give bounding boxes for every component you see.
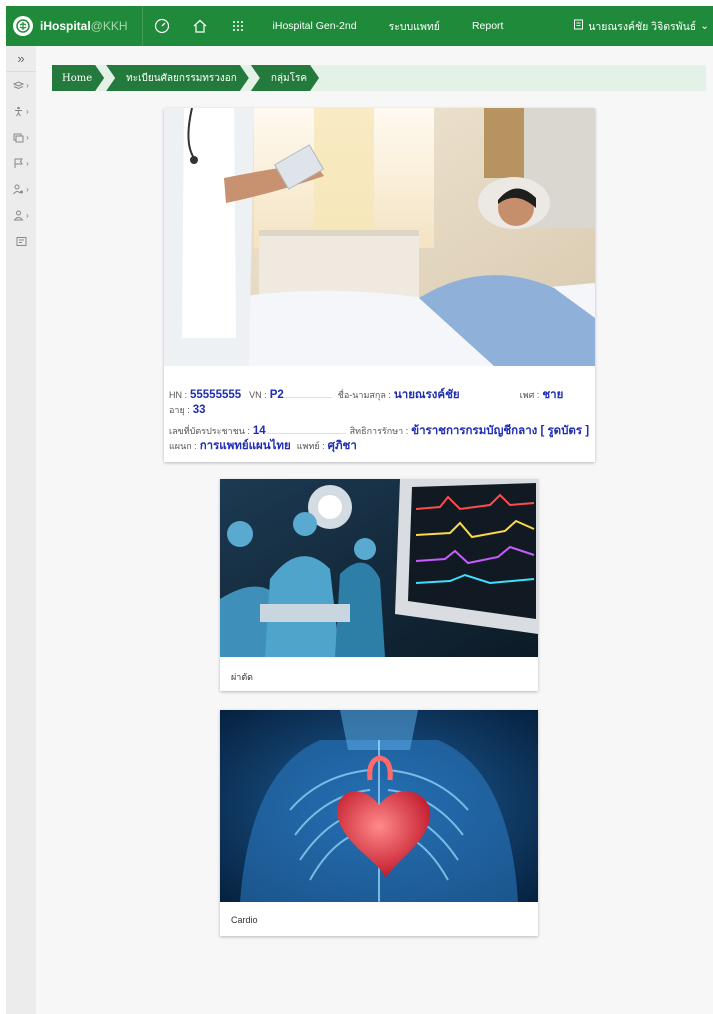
user-menu[interactable]: นายณรงค์ชัย วิจิตรพันธ์ ⌄ (573, 18, 713, 35)
vn-value: P2 (269, 389, 284, 401)
patient-card: HN : 55555555 VN : P2 ชื่อ-นามสกุล : นาย… (164, 108, 595, 462)
id-masked (265, 418, 346, 434)
rights-value: ข้าราชการกรมบัญชีกลาง [ รูดบัตร ] (411, 425, 590, 437)
flag-icon (14, 158, 24, 168)
hospital-logo-icon[interactable] (6, 6, 40, 46)
patient-info: HN : 55555555 VN : P2 ชื่อ-นามสกุล : นาย… (164, 366, 595, 454)
sex-value: ชาย (542, 389, 564, 401)
nav-doctor-system[interactable]: ระบบแพทย์ (373, 6, 456, 46)
user-gear-icon (13, 184, 24, 194)
nav-ihospital-gen2[interactable]: iHospital Gen-2nd (257, 6, 373, 46)
nav-report[interactable]: Report (456, 6, 520, 46)
top-navbar: iHospital@KKH iHospital Gen-2nd ระบบแพทย… (6, 6, 713, 46)
hn-value: 55555555 (190, 389, 242, 401)
breadcrumb: Home ทะเบียนศัลยกรรมทรวงอก กลุ่มโรค (52, 65, 706, 91)
rights-label: สิทธิการรักษา : (349, 426, 409, 436)
id-label: เลขที่บัตรประชาชน : (169, 426, 250, 436)
dept-value: การแพทย์แผนไทย (199, 440, 291, 452)
sidebar-toggle-icon[interactable]: » (6, 46, 36, 72)
home-icon[interactable] (181, 6, 219, 46)
surgery-photo (220, 479, 538, 657)
dept-label: แผนก : (169, 441, 197, 451)
patient-photo (164, 108, 595, 366)
doctor-value: ศุภิชา (327, 440, 357, 452)
id-value: 14 (252, 425, 266, 437)
sidebar-item-user[interactable]: › (6, 202, 36, 228)
name-value: นายณรงค์ชัย (393, 389, 460, 401)
age-label: อายุ : (169, 405, 190, 415)
documents-icon (13, 133, 24, 142)
sidebar-item-records[interactable]: › (6, 124, 36, 150)
doctor-label: แพทย์ : (296, 441, 325, 451)
breadcrumb-home[interactable]: Home (52, 65, 104, 91)
chevron-down-icon: ⌄ (700, 20, 709, 32)
patient-row-3: เลขที่บัตรประชาชน : 14 สิทธิการรักษา : ข… (169, 418, 590, 439)
hn-label: HN : (169, 390, 187, 400)
sidebar-item-staff[interactable]: › (6, 176, 36, 202)
sidebar: » › › › › › › (6, 46, 36, 1014)
breadcrumb-thoracic-surgery[interactable]: ทะเบียนศัลยกรรมทรวงอก (106, 65, 249, 91)
menu-card-surgery[interactable]: ผ่าตัด (220, 479, 538, 691)
sidebar-item-layers[interactable]: › (6, 72, 36, 98)
menu-card-cardio[interactable]: Cardio (220, 710, 538, 936)
patient-row-2: อายุ : 33 (169, 403, 590, 418)
vn-label: VN : (249, 390, 267, 400)
main-content: Home ทะเบียนศัลยกรรมทรวงอก กลุ่มโรค HN:… (36, 46, 713, 1014)
sidebar-item-patient[interactable]: › (6, 98, 36, 124)
menu-card-label: ผ่าตัด (231, 672, 254, 682)
sidebar-item-flag[interactable]: › (6, 150, 36, 176)
menu-card-label: Cardio (231, 915, 258, 925)
grid-dots-icon[interactable] (219, 6, 257, 46)
patient-row-4: แผนก : การแพทย์แผนไทย แพทย์ : ศุภิชา (169, 439, 590, 454)
cardio-photo (220, 710, 538, 902)
age-value: 33 (192, 404, 206, 416)
patient-row-1: HN : 55555555 VN : P2 ชื่อ-นามสกุล : นาย… (169, 382, 590, 403)
speedometer-icon[interactable] (143, 6, 181, 46)
sidebar-item-report[interactable] (6, 228, 36, 254)
vn-masked (283, 382, 332, 398)
report-icon (16, 236, 26, 246)
user-name: นายณรงค์ชัย วิจิตรพันธ์ (588, 20, 697, 33)
breadcrumb-disease-group[interactable]: กลุ่มโรค (251, 65, 319, 91)
layers-icon (13, 80, 25, 89)
brand-title[interactable]: iHospital@KKH (40, 19, 128, 33)
sex-label: เพศ : (519, 390, 540, 400)
person-icon (15, 106, 23, 116)
name-label: ชื่อ-นามสกุล : (337, 390, 391, 400)
id-card-icon (573, 19, 584, 33)
user-icon (13, 210, 24, 220)
